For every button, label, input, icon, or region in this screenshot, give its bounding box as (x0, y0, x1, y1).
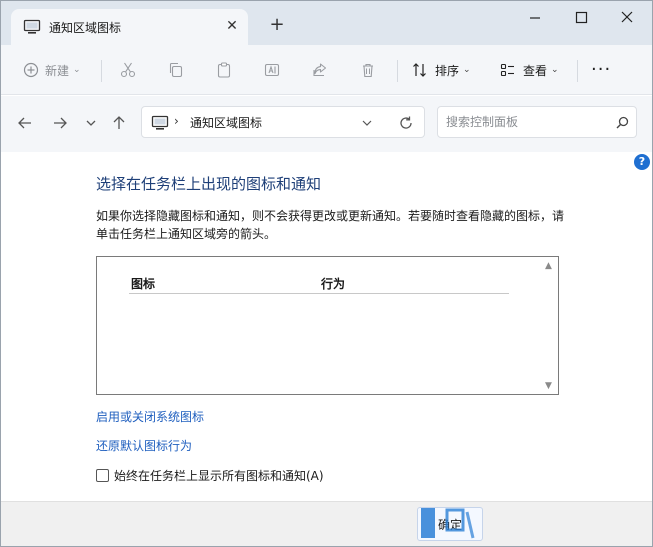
restore-default-link[interactable]: 还原默认图标行为 (96, 437, 192, 454)
refresh-icon (400, 116, 412, 129)
sort-button[interactable]: 排序 ⌄ (411, 58, 471, 82)
view-label: 查看 (523, 63, 548, 78)
view-button[interactable]: 查看 ⌄ (499, 58, 559, 82)
view-list-icon (500, 63, 514, 77)
paste-button[interactable] (215, 58, 233, 82)
new-tab-button[interactable]: + (267, 15, 287, 35)
ok-button[interactable]: 确定 (417, 507, 483, 541)
search-input[interactable] (446, 113, 606, 131)
search-box[interactable] (437, 106, 637, 138)
scroll-up-arrow-icon[interactable]: ▲ (545, 261, 552, 271)
dialog-footer: 确定 (1, 501, 652, 546)
divider (577, 60, 578, 82)
maximize-button[interactable] (567, 7, 595, 29)
breadcrumb-notification-icons[interactable]: 通知区域图标 (190, 114, 262, 131)
delete-button[interactable] (359, 58, 377, 82)
clipboard-icon (217, 62, 231, 78)
chevron-down-icon (86, 120, 96, 126)
command-bar: 新建 ⌄ 排序 ⌄ 查看 ⌄ ··· (1, 45, 652, 95)
address-dropdown-button[interactable] (360, 116, 374, 133)
arrow-right-icon (54, 117, 67, 129)
chevron-down-icon: ⌄ (463, 65, 471, 75)
divider (397, 60, 398, 82)
control-panel-icon (151, 115, 169, 134)
arrow-up-icon (113, 116, 125, 129)
search-icon[interactable] (614, 115, 630, 134)
chevron-down-icon: ⌄ (551, 65, 559, 75)
recent-locations-button[interactable] (81, 113, 101, 133)
share-icon (313, 63, 327, 77)
notification-icons-list[interactable]: 图标 行为 ▲ ▼ (96, 256, 559, 395)
new-button[interactable]: 新建 ⌄ (23, 58, 81, 82)
chevron-down-icon: ⌄ (73, 65, 81, 75)
divider (101, 60, 102, 82)
always-show-checkbox[interactable] (96, 469, 109, 482)
sort-label: 排序 (435, 63, 460, 78)
back-button[interactable] (15, 113, 35, 133)
title-bar: 通知区域图标 ✕ + (1, 1, 652, 45)
copy-button[interactable] (167, 58, 185, 82)
tab-notification-icons[interactable]: 通知区域图标 ✕ (11, 9, 248, 45)
copy-icon (169, 62, 183, 78)
rename-icon (264, 63, 280, 77)
scroll-down-arrow-icon[interactable]: ▼ (545, 381, 552, 391)
rename-button[interactable] (263, 58, 281, 82)
up-button[interactable] (109, 113, 129, 133)
address-bar[interactable]: › 通知区域图标 (141, 106, 425, 138)
main-content: ? 选择在任务栏上出现的图标和通知 如果你选择隐藏图标和通知，则不会获得更改或更… (1, 152, 652, 501)
page-description: 如果你选择隐藏图标和通知，则不会获得更改或更新通知。若要随时查看隐藏的图标，请单… (96, 209, 565, 241)
tab-title: 通知区域图标 (49, 21, 122, 35)
scissors-icon (120, 62, 136, 78)
close-icon (621, 11, 633, 23)
help-button[interactable]: ? (634, 154, 650, 170)
column-header-behavior: 行为 (321, 277, 346, 291)
new-label: 新建 (45, 63, 70, 78)
sort-icon (413, 63, 426, 77)
control-panel-window: 通知区域图标 ✕ + 新建 ⌄ 排序 ⌄ 查看 ⌄ ··· › 通知区域图标 搜… (0, 0, 653, 547)
navigation-row: › 通知区域图标 (1, 96, 652, 152)
header-divider (129, 293, 509, 294)
tab-close-button[interactable]: ✕ (223, 17, 241, 35)
page-title: 选择在任务栏上出现的图标和通知 (96, 175, 322, 193)
refresh-button[interactable] (398, 115, 414, 134)
minimize-button[interactable] (521, 7, 549, 29)
always-show-label: 始终在任务栏上显示所有图标和通知(A) (114, 469, 324, 483)
more-options-button[interactable]: ··· (591, 59, 611, 80)
control-panel-icon (23, 19, 41, 38)
share-button[interactable] (311, 58, 329, 82)
arrow-left-icon (18, 117, 31, 129)
minimize-icon (530, 17, 540, 19)
trash-icon (363, 63, 373, 78)
chevron-down-icon (362, 120, 372, 126)
system-icons-link[interactable]: 启用或关闭系统图标 (96, 408, 204, 425)
maximize-icon (575, 11, 588, 24)
always-show-checkbox-row[interactable]: 始终在任务栏上显示所有图标和通知(A) (96, 467, 324, 484)
plus-circle-icon (23, 62, 39, 78)
forward-button[interactable] (50, 113, 70, 133)
cut-button[interactable] (119, 58, 137, 82)
breadcrumb-separator[interactable]: › (174, 114, 179, 128)
column-header-icon: 图标 (131, 277, 156, 291)
close-button[interactable] (613, 7, 641, 29)
